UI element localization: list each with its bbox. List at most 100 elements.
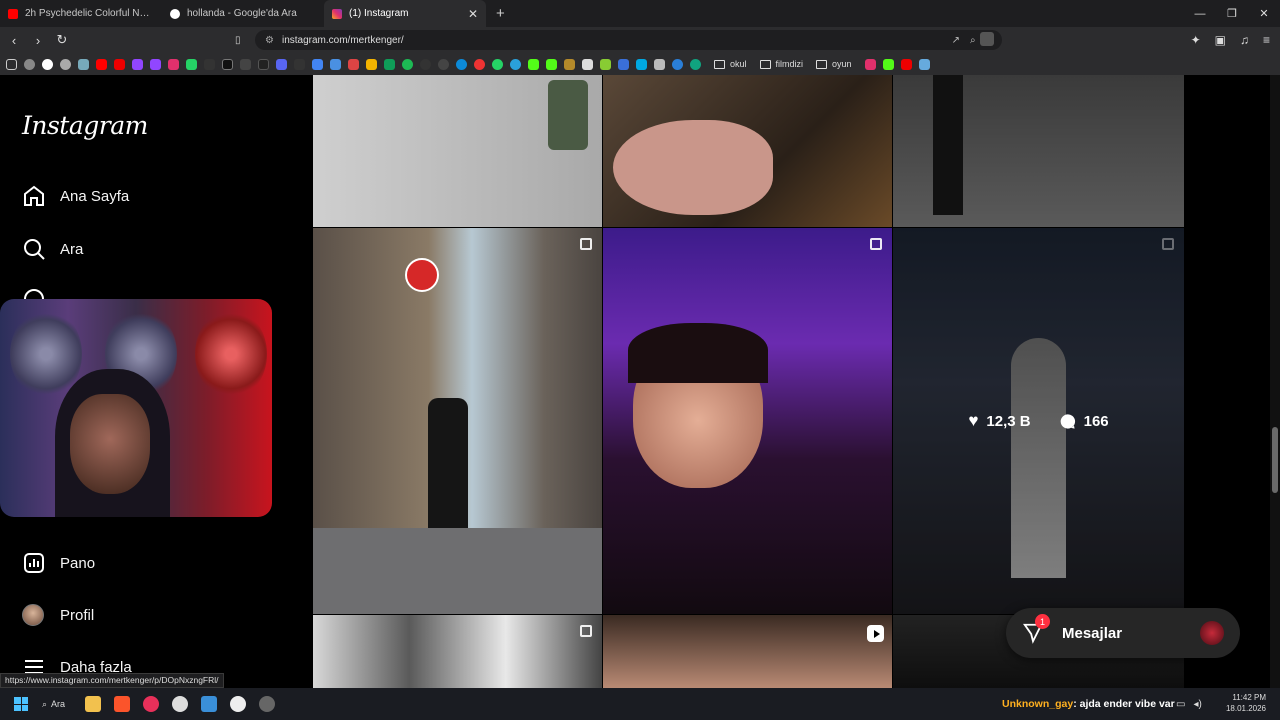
- file-explorer-icon[interactable]: [85, 696, 102, 712]
- brave-icon[interactable]: [114, 696, 131, 712]
- post-thumbnail[interactable]: [603, 615, 892, 688]
- unread-badge: 1: [1035, 614, 1050, 629]
- chatgpt-bookmark-icon[interactable]: [60, 58, 71, 70]
- prime-bookmark-icon[interactable]: [636, 58, 647, 70]
- media-icon[interactable]: ♫: [1240, 33, 1249, 47]
- tab-youtube[interactable]: 2h Psychedelic Colorful Neon Backgr: [0, 0, 162, 27]
- music-bookmark-icon[interactable]: [864, 58, 876, 70]
- cloud-bookmark-icon[interactable]: [618, 58, 629, 70]
- post-thumbnail[interactable]: [313, 228, 602, 614]
- bookmark-folder-okul[interactable]: okul: [714, 59, 747, 69]
- edge-bookmark-icon[interactable]: [456, 58, 467, 70]
- apps-grid-icon[interactable]: [6, 58, 17, 70]
- tiktok-bookmark-icon[interactable]: [204, 58, 215, 70]
- menu-icon[interactable]: ≡: [1263, 33, 1270, 47]
- instagram-bookmark-icon[interactable]: [168, 58, 179, 70]
- extensions-icon[interactable]: ✦: [1191, 33, 1201, 47]
- taskbar-clock[interactable]: 11:42 PM 18.01.2026: [1226, 692, 1266, 714]
- kick-bookmark-icon[interactable]: [546, 58, 557, 70]
- spotify-bookmark-icon[interactable]: [402, 58, 413, 70]
- sidebar-item-home[interactable]: Ana Sayfa: [22, 184, 129, 208]
- steam-bookmark-icon[interactable]: [420, 58, 431, 70]
- sidebar-toggle-icon[interactable]: ▣: [1215, 33, 1226, 47]
- sidebar-item-label: Ara: [60, 240, 84, 258]
- tab-title: hollanda - Google'da Ara: [187, 8, 297, 19]
- dashboard-icon: [24, 553, 44, 573]
- close-window-icon[interactable]: ✕: [1248, 0, 1280, 27]
- post-thumbnail[interactable]: [313, 75, 602, 227]
- sidebar-item-label: Profil: [60, 606, 95, 624]
- url-field[interactable]: ▯ ⚙ instagram.com/mertkenger/ ↗ ⌕ ⇪: [235, 30, 1002, 50]
- new-tab-button[interactable]: +: [496, 5, 505, 22]
- media-player-icon[interactable]: [143, 696, 160, 712]
- back-icon[interactable]: ‹: [4, 33, 24, 48]
- sidebar-item-profile[interactable]: Profil: [22, 604, 94, 626]
- chatgpt-bookmark-icon[interactable]: [690, 58, 701, 70]
- github-bookmark-icon[interactable]: [438, 58, 449, 70]
- post-thumbnail[interactable]: [603, 228, 892, 614]
- capcut-bookmark-icon[interactable]: [294, 58, 305, 70]
- restore-icon[interactable]: ❐: [1216, 0, 1248, 27]
- google-bookmark-icon[interactable]: [42, 58, 53, 70]
- instagram-logo[interactable]: Instagram: [22, 111, 148, 140]
- post-thumbnail[interactable]: [893, 75, 1184, 227]
- app-bookmark-icon[interactable]: [918, 58, 930, 70]
- gmail-bookmark-icon[interactable]: [348, 58, 359, 70]
- zoom-icon[interactable]: ⌕: [970, 35, 976, 46]
- sidebar-item-search[interactable]: Ara: [22, 237, 83, 261]
- whatsapp-bookmark-icon[interactable]: [186, 58, 197, 70]
- history-icon[interactable]: [24, 58, 35, 70]
- taskbar-search[interactable]: ⌕ Ara: [42, 699, 65, 710]
- messages-button[interactable]: 1 Mesajlar: [1006, 608, 1240, 658]
- photos-bookmark-icon[interactable]: [654, 58, 665, 70]
- photos-icon[interactable]: [201, 696, 218, 712]
- x-bookmark-icon[interactable]: [222, 58, 233, 70]
- epic-bookmark-icon[interactable]: [582, 58, 593, 70]
- volume-icon[interactable]: ◂): [1193, 699, 1201, 710]
- reload-icon[interactable]: ↻: [52, 32, 72, 48]
- open-external-icon[interactable]: ↗: [952, 35, 960, 46]
- steam-icon[interactable]: [259, 696, 276, 712]
- forward-icon[interactable]: ›: [28, 33, 48, 48]
- bookmark-folder-filmdizi[interactable]: filmdizi: [759, 59, 803, 69]
- youtube-bookmark-icon[interactable]: [900, 58, 912, 70]
- tiktok-bookmark-icon[interactable]: [258, 58, 269, 70]
- post-thumbnail-hovered[interactable]: ♥ 12,3 B 166: [893, 228, 1184, 614]
- sheets-bookmark-icon[interactable]: [384, 58, 395, 70]
- twitch-bookmark-icon[interactable]: [150, 58, 161, 70]
- scrollbar-thumb[interactable]: [1272, 427, 1278, 493]
- kick-bookmark-icon[interactable]: [882, 58, 894, 70]
- translate-bookmark-icon[interactable]: [330, 58, 341, 70]
- post-thumbnail[interactable]: [313, 615, 602, 688]
- bookmark-page-icon[interactable]: ▯: [235, 35, 241, 46]
- music-bookmark-icon[interactable]: [474, 58, 485, 70]
- tab-instagram[interactable]: (1) Instagram ✕: [324, 0, 486, 27]
- web-bookmark-icon[interactable]: [672, 58, 683, 70]
- tab-google-search[interactable]: hollanda - Google'da Ara: [162, 0, 324, 27]
- monitor-icon[interactable]: ▭: [1176, 699, 1185, 710]
- gemini-bookmark-icon[interactable]: [78, 58, 89, 70]
- drive-bookmark-icon[interactable]: [312, 58, 323, 70]
- minimize-icon[interactable]: —: [1184, 0, 1216, 27]
- kick-bookmark-icon[interactable]: [528, 58, 539, 70]
- post-thumbnail[interactable]: [603, 75, 892, 227]
- telegram-bookmark-icon[interactable]: [510, 58, 521, 70]
- bookmark-folder-oyun[interactable]: oyun: [816, 59, 852, 69]
- gog-bookmark-icon[interactable]: [600, 58, 611, 70]
- youtube-bookmark-icon[interactable]: [96, 58, 107, 70]
- whatsapp-bookmark-icon[interactable]: [492, 58, 503, 70]
- discord-bookmark-icon[interactable]: [276, 58, 287, 70]
- twitch-bookmark-icon[interactable]: [132, 58, 143, 70]
- threads-bookmark-icon[interactable]: [240, 58, 251, 70]
- close-tab-icon[interactable]: ✕: [468, 7, 478, 21]
- sidebar-item-dashboard[interactable]: Pano: [22, 551, 95, 575]
- obs-icon[interactable]: [172, 696, 189, 712]
- game-bookmark-icon[interactable]: [564, 58, 575, 70]
- windows-start-icon[interactable]: [14, 697, 28, 711]
- page-scrollbar[interactable]: [1270, 75, 1280, 688]
- site-info-icon[interactable]: ⚙: [265, 35, 274, 46]
- drive-bookmark-icon[interactable]: [366, 58, 377, 70]
- app-icon[interactable]: [230, 696, 247, 712]
- brave-shield-icon[interactable]: [980, 32, 994, 46]
- youtube-bookmark-icon[interactable]: [114, 58, 125, 70]
